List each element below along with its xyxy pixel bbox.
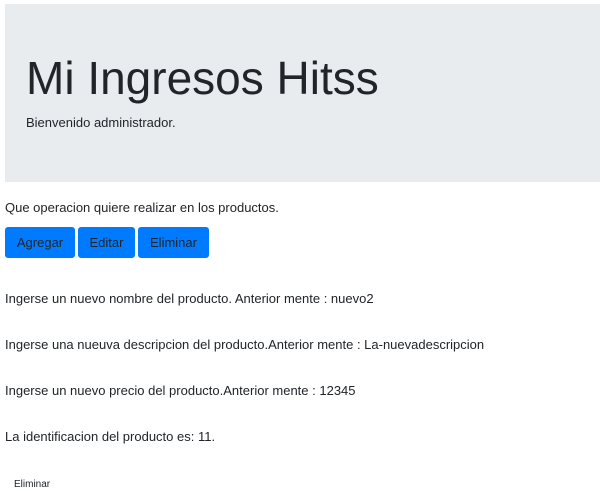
product-description-prompt: Ingerse una nueuva descripcion del produ… [5,337,485,352]
product-name-prompt: Ingerse un nuevo nombre del producto. An… [5,291,374,306]
confirm-delete-button[interactable]: Eliminar [14,479,50,491]
welcome-message: Bienvenido administrador. [26,115,176,130]
add-button[interactable]: Agregar [5,227,75,258]
product-price-prompt: Ingerse un nuevo precio del producto.Ant… [5,383,356,398]
page-title: Mi Ingresos Hitss [26,52,379,104]
product-id-text: La identificacion del producto es: 11. [5,429,216,444]
operation-button-group: Agregar Editar Eliminar [5,227,209,258]
delete-button[interactable]: Eliminar [138,227,209,258]
header-jumbotron: Mi Ingresos Hitss Bienvenido administrad… [5,4,600,182]
edit-button[interactable]: Editar [78,227,135,258]
operation-prompt: Que operacion quiere realizar en los pro… [5,200,279,215]
